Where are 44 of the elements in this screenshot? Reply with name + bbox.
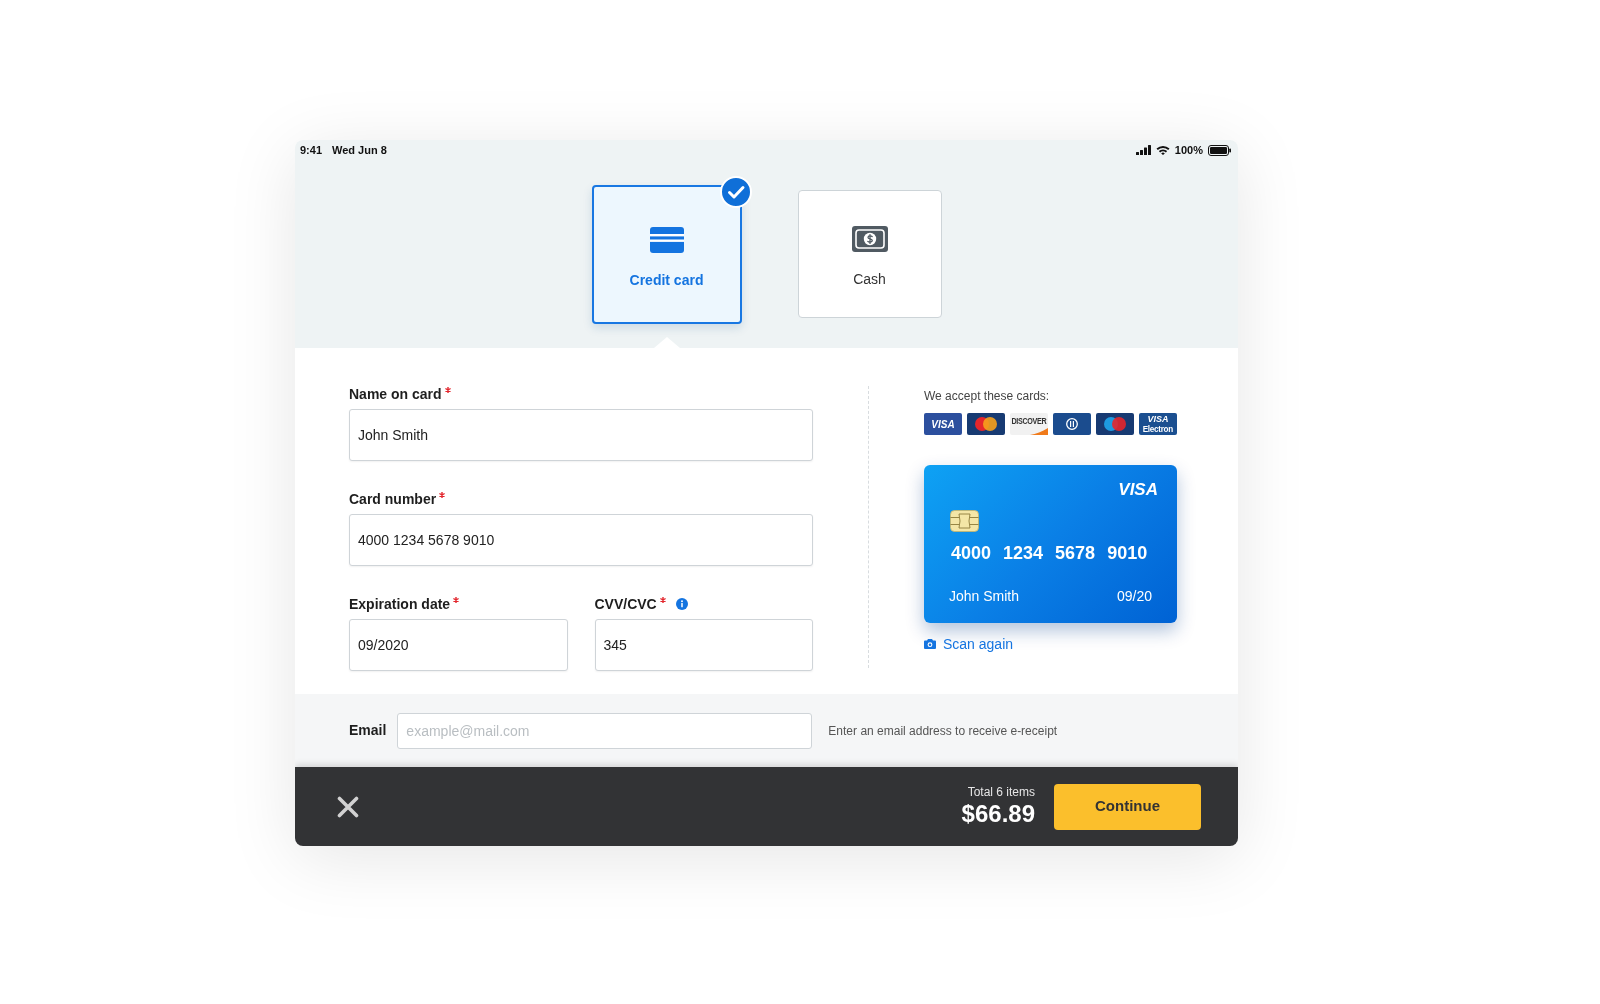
field-label: Name on card	[349, 385, 442, 404]
brand-wordmark: VISA	[1118, 480, 1158, 500]
text-field[interactable]: John Smith	[349, 409, 813, 461]
field-label: Expiration date	[349, 595, 451, 614]
email-hint: Enter an email address to receive e-receipt	[828, 722, 1058, 740]
battery-percent: 100%	[1174, 142, 1203, 158]
field-label: Card number	[349, 490, 437, 509]
brand-subtitle: Electron	[1142, 423, 1174, 434]
camera-icon	[924, 639, 936, 649]
check-badge-icon	[719, 175, 752, 208]
brand-wordmark: VISA	[931, 418, 955, 430]
close-button[interactable]	[337, 795, 359, 818]
continue-button[interactable]: Continue	[1054, 783, 1201, 830]
brand-wordmark: DISCOVER	[1011, 416, 1047, 426]
status-date: Wed Jun 8	[332, 142, 387, 158]
total-items-label: Total 6 items	[967, 785, 1035, 800]
total-amount: $66.89	[961, 800, 1035, 828]
card-number: 4000 1234 5678 9010	[951, 542, 1148, 564]
overlapping-circles-icon	[975, 417, 997, 431]
text-field[interactable]: 09/2020	[349, 619, 568, 671]
cardholder-name: John Smith	[949, 587, 1020, 606]
credit-card-icon	[649, 226, 684, 253]
payment-method-tile[interactable]: Cash	[797, 190, 942, 318]
expiry-date: 09/20	[1116, 587, 1152, 606]
overlapping-circles-icon	[1104, 417, 1126, 431]
chip-icon	[950, 510, 979, 532]
status-time: 9:41	[300, 142, 323, 158]
field-label: CVV/CVC	[594, 595, 657, 614]
scan-again-link[interactable]: Scan again	[924, 635, 1014, 653]
text-field[interactable]: 4000 1234 5678 9010	[349, 514, 813, 566]
ring-logo-icon	[1066, 418, 1078, 430]
accepted-cards-title: We accept these cards:	[924, 388, 1051, 404]
info-icon[interactable]	[675, 598, 688, 610]
email-field[interactable]: example@mail.com	[397, 712, 813, 749]
email-label: Email	[349, 721, 387, 740]
brand-wordmark: VISA	[1147, 414, 1169, 424]
swoosh-icon	[1030, 428, 1048, 435]
wifi-icon	[1155, 145, 1170, 155]
signal-icon	[1135, 145, 1151, 155]
banknote-icon	[851, 226, 888, 252]
battery-icon	[1208, 144, 1231, 156]
payment-method-tile[interactable]: Credit card	[591, 184, 742, 324]
text-field[interactable]: 345	[594, 619, 813, 671]
close-icon	[337, 795, 359, 818]
